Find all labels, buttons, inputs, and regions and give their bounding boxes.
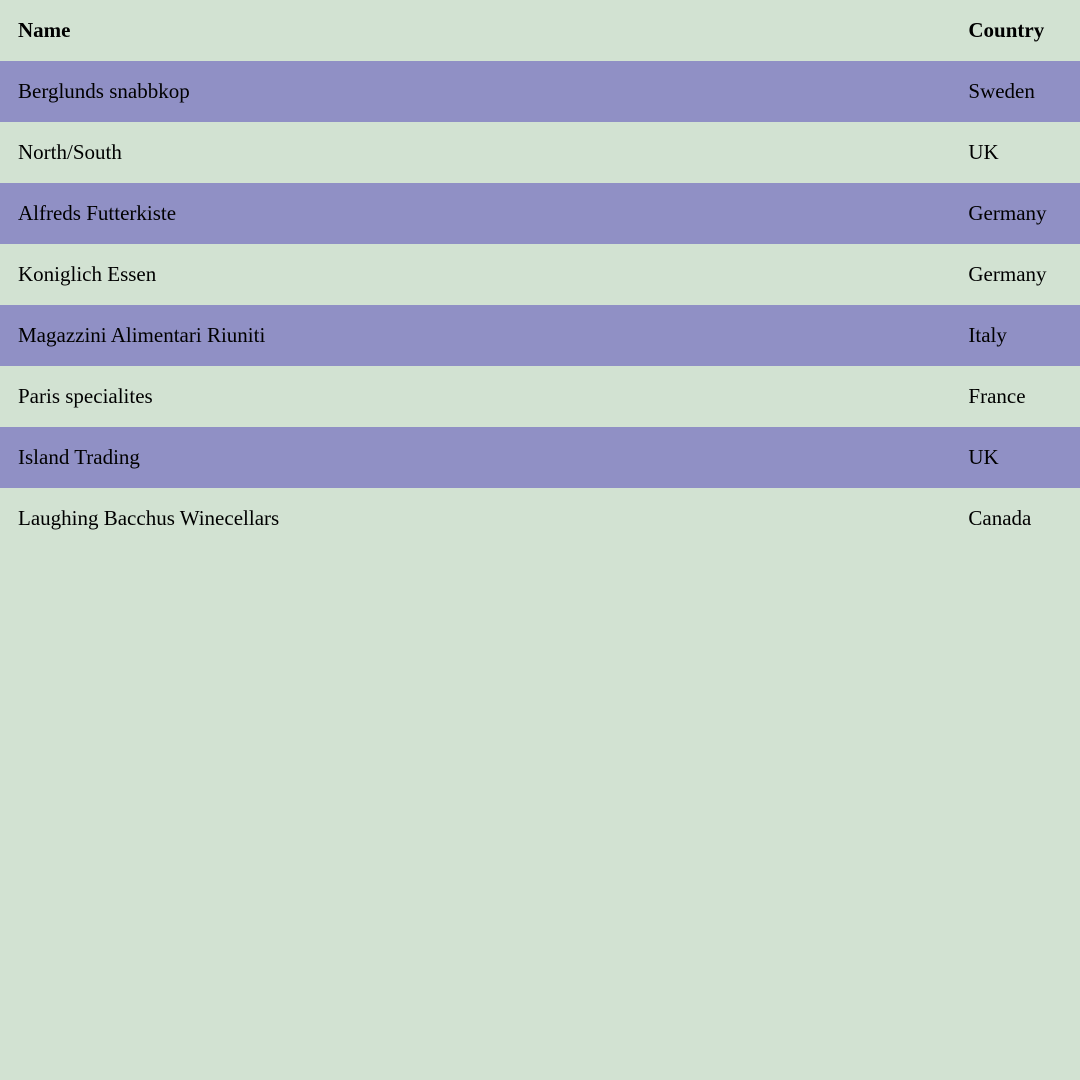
header-country: Country (950, 0, 1080, 61)
cell-country: UK (950, 427, 1080, 488)
cell-country: Germany (950, 244, 1080, 305)
cell-name: Berglunds snabbkop (0, 61, 950, 122)
table-row: Koniglich Essen Germany (0, 244, 1080, 305)
cell-name: Koniglich Essen (0, 244, 950, 305)
table-header-row: Name Country (0, 0, 1080, 61)
cell-country: UK (950, 122, 1080, 183)
table-row: Island Trading UK (0, 427, 1080, 488)
cell-name: Magazzini Alimentari Riuniti (0, 305, 950, 366)
cell-country: Canada (950, 488, 1080, 549)
cell-name: Alfreds Futterkiste (0, 183, 950, 244)
cell-name: Laughing Bacchus Winecellars (0, 488, 950, 549)
cell-name: Paris specialites (0, 366, 950, 427)
customers-table: Name Country Berglunds snabbkop Sweden N… (0, 0, 1080, 549)
cell-country: France (950, 366, 1080, 427)
table-row: Berglunds snabbkop Sweden (0, 61, 1080, 122)
cell-country: Italy (950, 305, 1080, 366)
cell-name: North/South (0, 122, 950, 183)
header-name: Name (0, 0, 950, 61)
cell-name: Island Trading (0, 427, 950, 488)
cell-country: Germany (950, 183, 1080, 244)
cell-country: Sweden (950, 61, 1080, 122)
table-row: North/South UK (0, 122, 1080, 183)
table-row: Paris specialites France (0, 366, 1080, 427)
table-row: Laughing Bacchus Winecellars Canada (0, 488, 1080, 549)
table-row: Alfreds Futterkiste Germany (0, 183, 1080, 244)
table-row: Magazzini Alimentari Riuniti Italy (0, 305, 1080, 366)
